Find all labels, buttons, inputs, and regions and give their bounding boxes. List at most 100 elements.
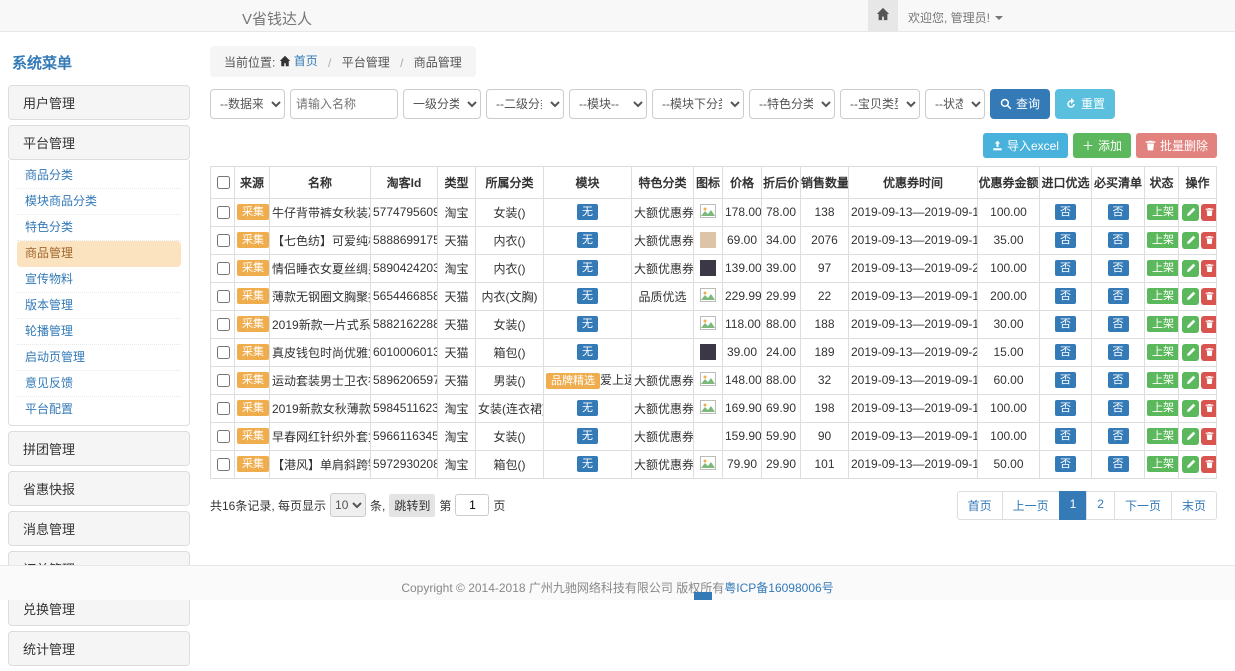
edit-button[interactable] (1182, 232, 1199, 249)
delete-button[interactable] (1201, 344, 1217, 361)
edit-button[interactable] (1182, 456, 1199, 473)
sidebar-item[interactable]: 特色分类 (17, 215, 181, 241)
delete-button[interactable] (1201, 260, 1217, 277)
row-checkbox[interactable] (217, 346, 230, 359)
filter-select-3[interactable]: --模块下分类-- (652, 89, 744, 119)
sidebar-item[interactable]: 商品分类 (17, 163, 181, 189)
name-search-input[interactable] (290, 89, 398, 119)
row-checkbox[interactable] (217, 318, 230, 331)
status-badge[interactable]: 上架 (1147, 344, 1179, 360)
sidebar-item[interactable]: 版本管理 (17, 293, 181, 319)
breadcrumb-home-link[interactable]: 首页 (279, 52, 318, 69)
delete-button[interactable] (1201, 372, 1217, 389)
page-first[interactable]: 首页 (957, 491, 1003, 520)
page-1[interactable]: 1 (1059, 491, 1088, 520)
sidebar-item[interactable]: 启动页管理 (17, 345, 181, 371)
import-flag-badge[interactable]: 否 (1055, 372, 1076, 388)
sidebar-group[interactable]: 用户管理 (8, 85, 190, 120)
mustbuy-flag-badge[interactable]: 否 (1108, 288, 1129, 304)
page-prev[interactable]: 上一页 (1002, 491, 1060, 520)
mustbuy-flag-badge[interactable]: 否 (1108, 456, 1129, 472)
row-checkbox[interactable] (217, 374, 230, 387)
sidebar-group[interactable]: 消息管理 (8, 511, 190, 546)
bottom-scrollbar-thumb[interactable] (694, 592, 712, 600)
delete-button[interactable] (1201, 288, 1217, 305)
mustbuy-flag-badge[interactable]: 否 (1108, 400, 1129, 416)
row-checkbox[interactable] (217, 430, 230, 443)
edit-button[interactable] (1182, 428, 1199, 445)
search-button[interactable]: 查询 (990, 89, 1050, 119)
mustbuy-flag-badge[interactable]: 否 (1108, 316, 1129, 332)
page-jump-input[interactable] (455, 494, 489, 516)
import-flag-badge[interactable]: 否 (1055, 232, 1076, 248)
delete-button[interactable] (1201, 400, 1217, 417)
status-badge[interactable]: 上架 (1147, 232, 1179, 248)
import-flag-badge[interactable]: 否 (1055, 456, 1076, 472)
filter-select-6[interactable]: --状态-- (925, 89, 985, 119)
filter-select-data-source[interactable]: --数据来源-- (210, 89, 285, 119)
add-button[interactable]: ＋ 添加 (1073, 133, 1131, 158)
delete-button[interactable] (1201, 316, 1217, 333)
icp-link[interactable]: 粤ICP备16098006号 (724, 581, 833, 595)
delete-button[interactable] (1201, 204, 1217, 221)
edit-button[interactable] (1182, 260, 1199, 277)
import-flag-badge[interactable]: 否 (1055, 316, 1076, 332)
filter-select-4[interactable]: --特色分类-- (749, 89, 835, 119)
per-page-select[interactable]: 10 (330, 493, 366, 517)
import-flag-badge[interactable]: 否 (1055, 288, 1076, 304)
status-badge[interactable]: 上架 (1147, 456, 1179, 472)
mustbuy-flag-badge[interactable]: 否 (1108, 232, 1129, 248)
sidebar-group[interactable]: 拼团管理 (8, 431, 190, 466)
status-badge[interactable]: 上架 (1147, 372, 1179, 388)
home-button[interactable] (868, 0, 898, 31)
import-excel-button[interactable]: 导入excel (983, 133, 1068, 158)
row-checkbox[interactable] (217, 234, 230, 247)
sidebar-item[interactable]: 模块商品分类 (17, 189, 181, 215)
sidebar-group[interactable]: 统计管理 (8, 631, 190, 666)
filter-select-1[interactable]: --二级分类-- (486, 89, 564, 119)
status-badge[interactable]: 上架 (1147, 316, 1179, 332)
edit-button[interactable] (1182, 204, 1199, 221)
sidebar-group[interactable]: 省惠快报 (8, 471, 190, 506)
sidebar-item[interactable]: 宣传物料 (17, 267, 181, 293)
delete-button[interactable] (1201, 456, 1217, 473)
page-last[interactable]: 末页 (1171, 491, 1217, 520)
import-flag-badge[interactable]: 否 (1055, 204, 1076, 220)
edit-button[interactable] (1182, 344, 1199, 361)
page-next[interactable]: 下一页 (1114, 491, 1172, 520)
row-checkbox[interactable] (217, 402, 230, 415)
select-all-checkbox[interactable] (217, 176, 230, 189)
status-badge[interactable]: 上架 (1147, 428, 1179, 444)
reset-button[interactable]: 重置 (1055, 89, 1115, 119)
delete-button[interactable] (1201, 232, 1217, 249)
jump-button[interactable]: 跳转到 (389, 494, 435, 517)
edit-button[interactable] (1182, 288, 1199, 305)
filter-select-5[interactable]: --宝贝类型-- (840, 89, 920, 119)
user-menu[interactable]: 欢迎您, 管理员! (908, 9, 1003, 26)
edit-button[interactable] (1182, 372, 1199, 389)
status-badge[interactable]: 上架 (1147, 400, 1179, 416)
mustbuy-flag-badge[interactable]: 否 (1108, 344, 1129, 360)
edit-button[interactable] (1182, 316, 1199, 333)
filter-select-2[interactable]: --模块-- (569, 89, 647, 119)
import-flag-badge[interactable]: 否 (1055, 344, 1076, 360)
row-checkbox[interactable] (217, 262, 230, 275)
row-checkbox[interactable] (217, 290, 230, 303)
sidebar-item[interactable]: 轮播管理 (17, 319, 181, 345)
filter-select-0[interactable]: 一级分类 (403, 89, 481, 119)
bulk-delete-button[interactable]: 批量删除 (1136, 133, 1217, 158)
mustbuy-flag-badge[interactable]: 否 (1108, 204, 1129, 220)
mustbuy-flag-badge[interactable]: 否 (1108, 372, 1129, 388)
sidebar-item[interactable]: 平台配置 (17, 397, 181, 422)
page-2[interactable]: 2 (1086, 491, 1115, 520)
sidebar-item[interactable]: 意见反馈 (17, 371, 181, 397)
mustbuy-flag-badge[interactable]: 否 (1108, 428, 1129, 444)
import-flag-badge[interactable]: 否 (1055, 400, 1076, 416)
import-flag-badge[interactable]: 否 (1055, 428, 1076, 444)
edit-button[interactable] (1182, 400, 1199, 417)
row-checkbox[interactable] (217, 206, 230, 219)
import-flag-badge[interactable]: 否 (1055, 260, 1076, 276)
delete-button[interactable] (1201, 428, 1217, 445)
status-badge[interactable]: 上架 (1147, 260, 1179, 276)
sidebar-item-active[interactable]: 商品管理 (17, 241, 181, 267)
